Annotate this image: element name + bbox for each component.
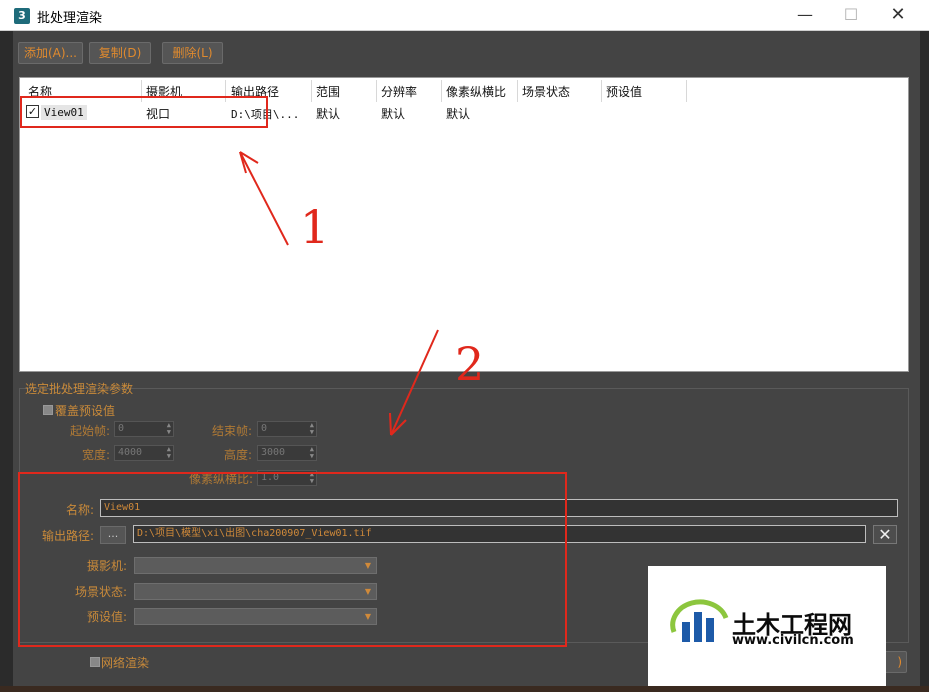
annotation-number-1: 1	[300, 200, 330, 254]
annotation-number-2: 2	[455, 337, 485, 391]
arrow-2-icon	[389, 329, 439, 436]
watermark: 土木工程网 www.civilcn.com	[648, 566, 886, 690]
arrow-1-icon	[239, 151, 289, 246]
background-strip	[0, 686, 929, 692]
watermark-url: www.civilcn.com	[732, 633, 854, 648]
watermark-logo-icon	[670, 599, 729, 642]
